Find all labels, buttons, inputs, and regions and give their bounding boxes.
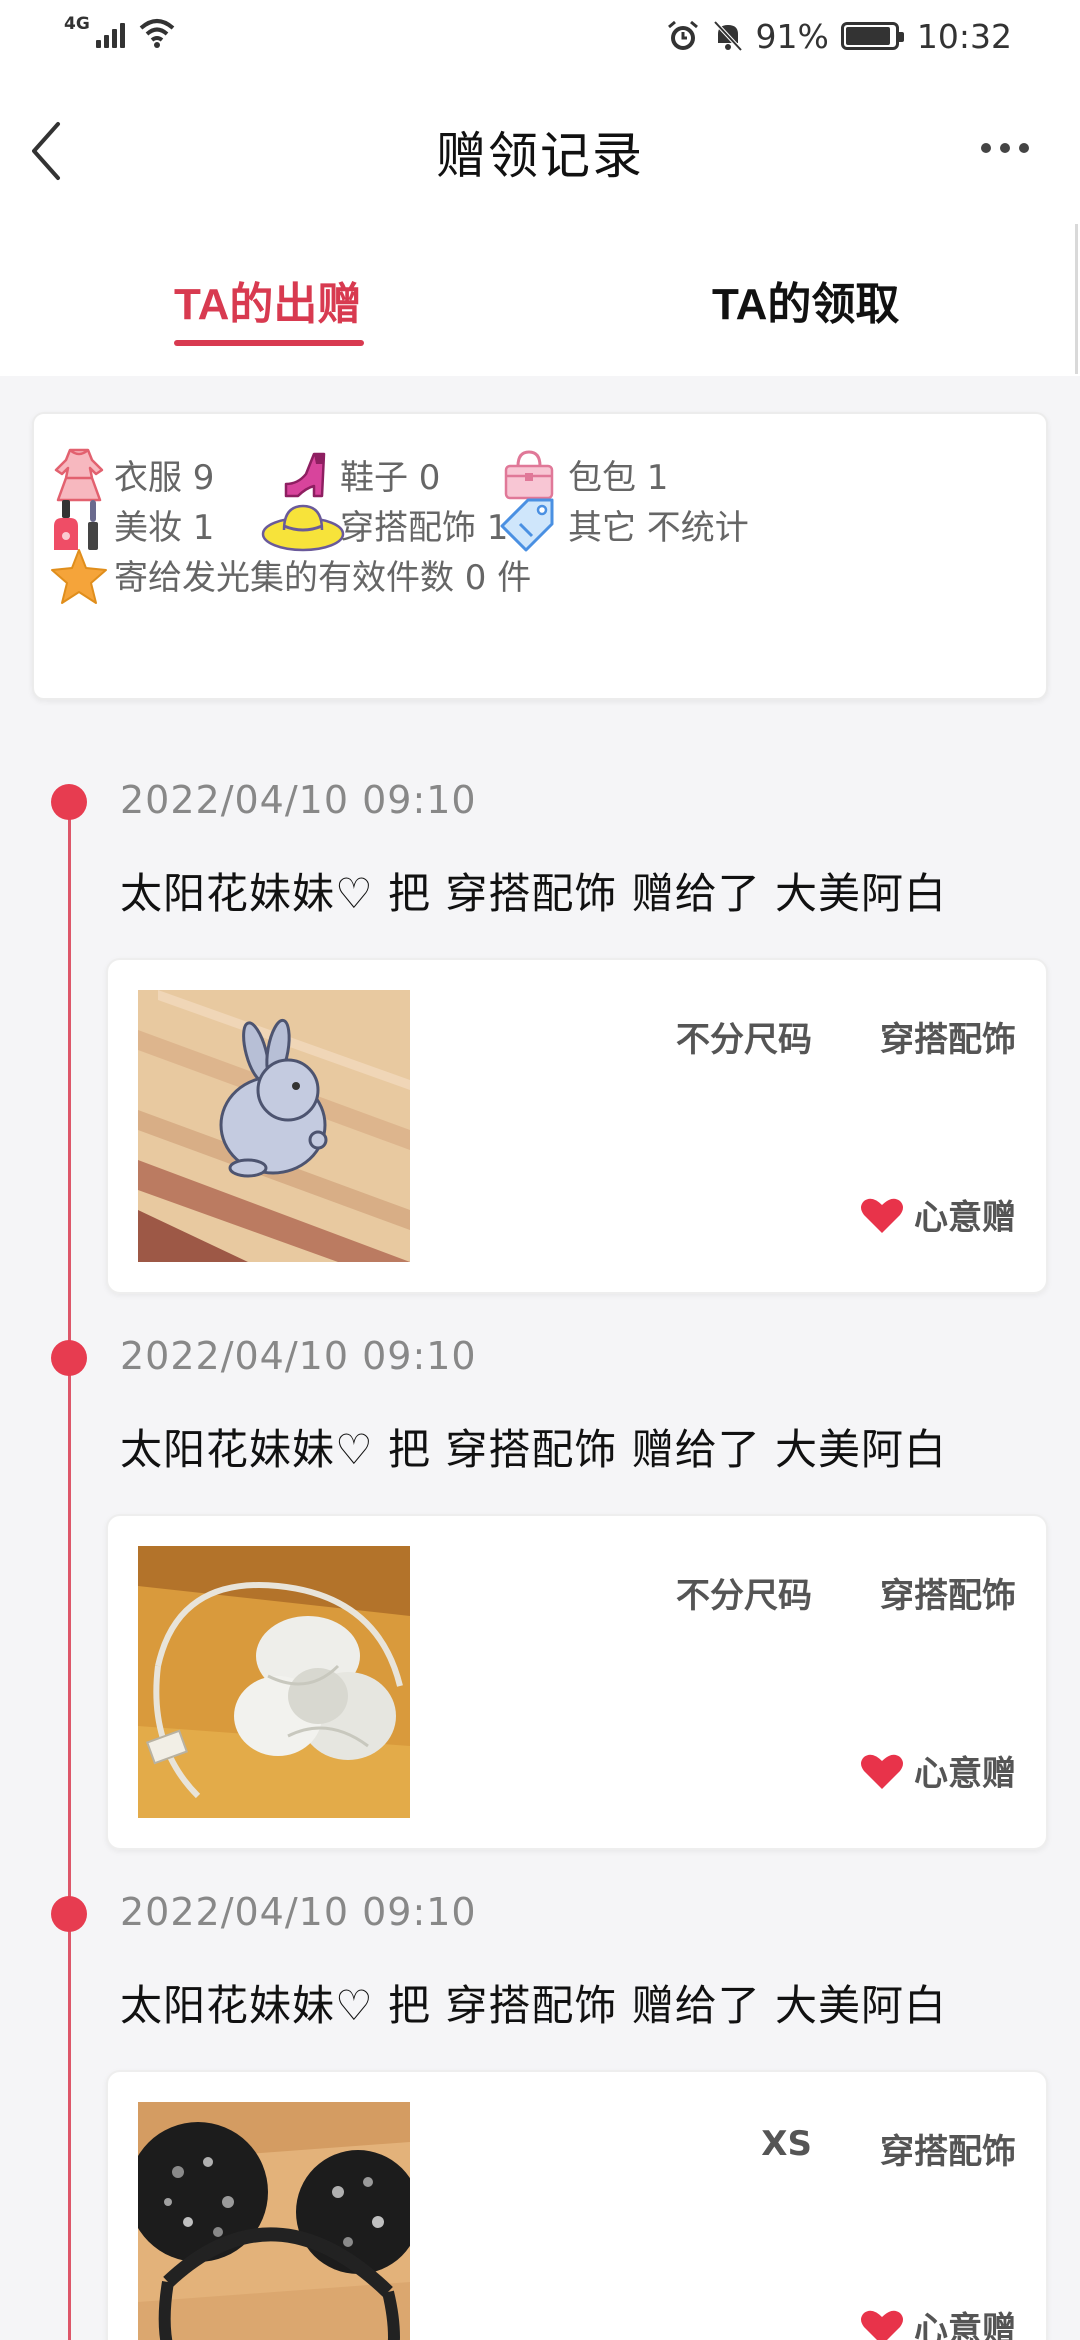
battery-icon	[840, 22, 904, 50]
record-card[interactable]: XS 穿搭配饰 心意赠	[106, 2070, 1048, 2340]
tab-received[interactable]: TA的领取	[712, 268, 899, 332]
item-category: 穿搭配饰	[880, 2132, 1016, 2172]
item-category: 穿搭配饰	[880, 1576, 1016, 1616]
more-button[interactable]	[970, 128, 1040, 168]
page-title: 赠领记录	[436, 127, 644, 185]
mute-bell-icon	[713, 20, 742, 52]
record-description: 太阳花妹妹♡ 把 穿搭配饰 赠给了 大美阿白	[120, 1425, 948, 1474]
alarm-icon	[667, 20, 698, 50]
stat-shoes-label: 鞋子 0	[340, 458, 441, 498]
heart-icon	[861, 1198, 903, 1233]
record-card[interactable]: 不分尺码 穿搭配饰 心意赠	[106, 1514, 1048, 1850]
stat-other	[498, 494, 560, 556]
stat-other-label: 其它 不统计	[568, 508, 749, 548]
gift-type-label: 心意赠	[914, 2310, 1016, 2340]
heart-icon	[861, 2310, 903, 2340]
more-dot	[981, 143, 991, 153]
timeline-dot	[51, 784, 87, 820]
gift-type-label: 心意赠	[914, 1754, 1016, 1794]
status-bar: 4G 91% 10:32	[0, 0, 1080, 76]
app-header: 赠领记录	[0, 76, 1080, 226]
signal-icon	[95, 18, 125, 48]
gift-type-tag: 心意赠	[858, 1746, 1016, 1795]
summary-card: 衣服 9 鞋子 0 包包 1 美妆 1 穿搭配饰 14 其它 不统计 寄给发光集…	[32, 412, 1048, 700]
gift-type-tag: 心意赠	[858, 2302, 1016, 2340]
scroll-indicator	[1075, 224, 1078, 374]
record-card[interactable]: 不分尺码 穿搭配饰 心意赠	[106, 958, 1048, 1294]
star-icon	[51, 549, 107, 604]
bow-headband-photo[interactable]	[138, 1546, 410, 1818]
item-category: 穿搭配饰	[880, 1020, 1016, 1060]
mouse-ears-headband-photo[interactable]	[138, 2102, 410, 2340]
network-type: 4G	[64, 14, 90, 34]
clock: 10:32	[916, 16, 1012, 56]
record-date: 2022/04/10 09:10	[120, 1890, 477, 1934]
item-size: 不分尺码	[676, 1020, 812, 1060]
signal-group: 4G	[64, 14, 175, 48]
wifi-icon	[139, 19, 175, 48]
price-tag-icon	[500, 498, 554, 552]
tab-outgoing[interactable]: TA的出赠	[174, 268, 361, 332]
rabbit-pin-photo[interactable]	[138, 990, 410, 1262]
stat-bags-label: 包包 1	[568, 458, 669, 498]
battery-level	[845, 27, 890, 45]
sun-hat-icon	[261, 504, 345, 552]
item-size: XS	[761, 2124, 812, 2164]
timeline-dot	[51, 1896, 87, 1932]
timeline-dot	[51, 1340, 87, 1376]
status-right: 91% 10:32	[666, 16, 1012, 56]
stat-makeup-label: 美妆 1	[114, 508, 215, 548]
active-tab-indicator	[174, 340, 364, 346]
tab-bar: TA的出赠 TA的领取	[0, 226, 1080, 376]
gift-type-tag: 心意赠	[858, 1190, 1016, 1239]
gift-type-label: 心意赠	[914, 1198, 1016, 1238]
stat-accessories	[260, 494, 346, 556]
stat-clothes-label: 衣服 9	[114, 458, 215, 498]
record-date: 2022/04/10 09:10	[120, 778, 477, 822]
heart-icon	[861, 1754, 903, 1789]
record-description: 太阳花妹妹♡ 把 穿搭配饰 赠给了 大美阿白	[120, 869, 948, 918]
battery-percent: 91%	[755, 16, 829, 56]
item-size: 不分尺码	[676, 1576, 812, 1616]
record-description: 太阳花妹妹♡ 把 穿搭配饰 赠给了 大美阿白	[120, 1981, 948, 2030]
timeline-line	[68, 804, 71, 2340]
stat-effective	[48, 546, 110, 608]
more-dot	[1000, 143, 1010, 153]
more-dot	[1019, 143, 1029, 153]
stat-effective-label: 寄给发光集的有效件数 0 件	[114, 558, 532, 598]
record-date: 2022/04/10 09:10	[120, 1334, 477, 1378]
